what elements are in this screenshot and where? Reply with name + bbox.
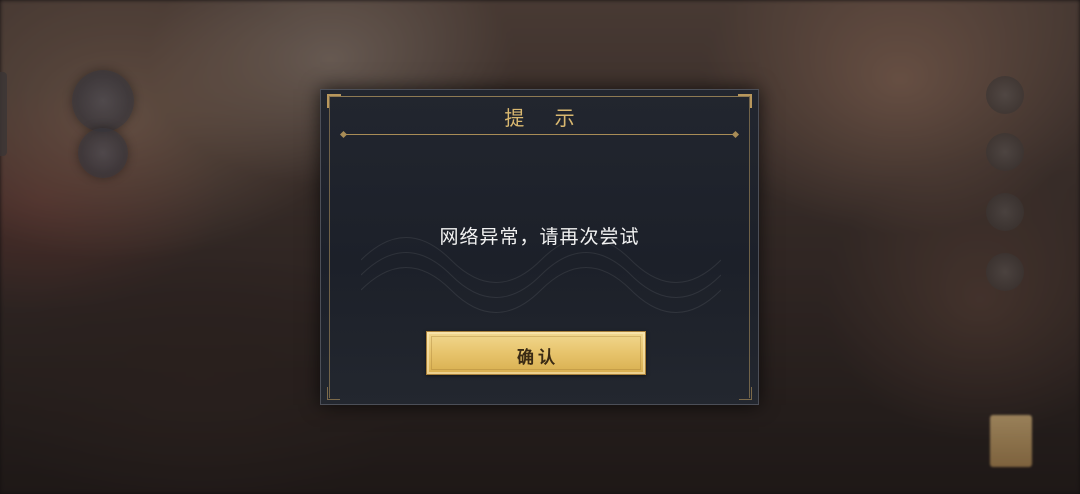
left-round-button-2[interactable] (78, 128, 128, 178)
confirm-button-label: 确认 (517, 348, 559, 368)
alert-dialog: 提 示 网络异常，请再次尝试 确认 (320, 89, 759, 405)
dialog-title: 提 示 (504, 106, 587, 130)
gold-card-button[interactable] (990, 415, 1032, 467)
dialog-message: 网络异常，请再次尝试 (439, 226, 640, 248)
left-edge-tab[interactable] (0, 72, 7, 156)
corner-ornament-icon (739, 387, 752, 400)
right-side-button-4[interactable] (986, 253, 1024, 291)
confirm-button[interactable]: 确认 (426, 331, 646, 375)
right-side-button-2[interactable] (986, 133, 1024, 171)
right-side-button-1[interactable] (986, 76, 1024, 114)
game-screen: 提 示 网络异常，请再次尝试 确认 (0, 0, 1080, 494)
right-side-button-3[interactable] (986, 193, 1024, 231)
corner-ornament-icon (327, 387, 340, 400)
left-round-button-1[interactable] (72, 70, 134, 132)
